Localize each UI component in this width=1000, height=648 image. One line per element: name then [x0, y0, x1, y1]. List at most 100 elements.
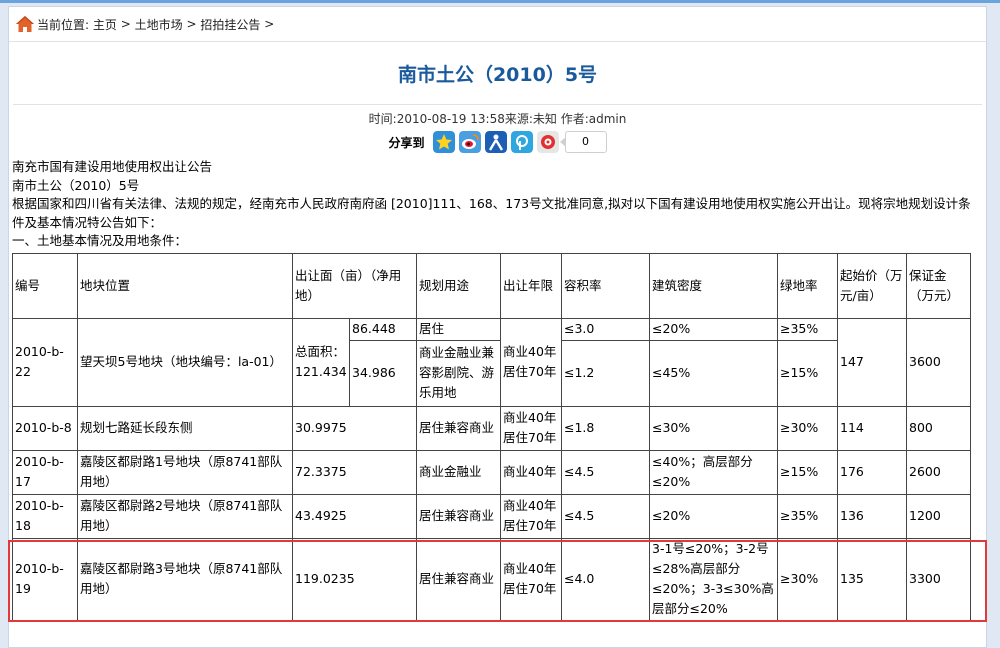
breadcrumb-notices[interactable]: 招拍挂公告	[200, 16, 260, 33]
table-row: 2010-b-8 规划七路延长段东侧 30.9975 居住兼容商业 商业40年居…	[12, 405, 971, 451]
cell-far: ≤1.8	[561, 405, 650, 451]
area-total-label: 总面积：	[295, 344, 346, 359]
section-heading: 一、土地基本情况及用地条件：	[12, 233, 188, 248]
header-far: 容积率	[561, 252, 650, 319]
cell-density: 3-1号≤20%；3-2号≤28%高层部分≤20%；3-3≤30%高层部分≤20…	[649, 537, 778, 621]
area-total-value: 121.434	[295, 364, 347, 379]
cell-green-a: ≥35%	[777, 317, 838, 341]
content-frame: 当前位置: 主页 > 土地市场 > 招拍挂公告 > 南市土公（2010）5号 时…	[8, 6, 987, 648]
cell-use-a: 居住	[416, 317, 501, 341]
top-accent-line	[0, 0, 1000, 3]
share-label: 分享到	[388, 135, 425, 150]
notice-intro: 根据国家和四川省有关法律、法规的规定，经南充市人民政府南府函 [2010]111…	[12, 196, 971, 230]
cell-years: 商业40年居住70年	[500, 493, 562, 539]
header-density: 建筑密度	[649, 252, 778, 319]
cell-id: 2010-b-8	[12, 405, 78, 451]
breadcrumb-land-market[interactable]: 土地市场	[135, 16, 183, 33]
article-body: 南充市国有建设用地使用权出让公告 南市土公（2010）5号 根据国家和四川省有关…	[9, 158, 986, 251]
article-meta: 时间:2010-08-19 13:58来源:未知 作者:admin	[368, 112, 627, 126]
header-green: 绿地率	[777, 252, 838, 319]
header-area: 出让面（亩）（净用地）	[292, 252, 417, 319]
cell-price: 135	[837, 537, 907, 621]
header-years: 出让年限	[500, 252, 562, 319]
breadcrumb-separator: >	[120, 17, 131, 31]
divider	[13, 104, 982, 105]
table-row: 2010-b-17 嘉陵区都尉路1号地块（原8741部队用地） 72.3375 …	[12, 449, 971, 495]
cell-deposit: 1200	[906, 493, 971, 539]
cell-area: 72.3375	[292, 449, 417, 495]
cell-area-a: 86.448	[349, 317, 417, 341]
cell-far-a: ≤3.0	[561, 317, 650, 341]
cell-price: 136	[837, 493, 907, 539]
notice-number: 南市土公（2010）5号	[12, 177, 140, 193]
breadcrumb-separator: >	[264, 17, 275, 31]
cell-deposit: 3300	[906, 537, 971, 621]
breadcrumb: 当前位置: 主页 > 土地市场 > 招拍挂公告 >	[9, 7, 986, 42]
cell-use-b: 商业金融业兼容影剧院、游乐用地	[416, 339, 501, 407]
cell-use: 居住兼容商业	[416, 405, 501, 451]
cell-location: 规划七路延长段东侧	[77, 405, 293, 451]
cell-area: 30.9975	[292, 405, 417, 451]
cell-price: 176	[837, 449, 907, 495]
share-count[interactable]: 0	[559, 131, 607, 153]
cell-use: 商业金融业	[416, 449, 501, 495]
share-bar: 分享到 0	[9, 128, 986, 156]
cell-use: 居住兼容商业	[416, 493, 501, 539]
home-icon[interactable]	[15, 15, 35, 33]
kaixin-icon[interactable]	[536, 131, 559, 153]
cell-density: ≤30%	[649, 405, 778, 451]
breadcrumb-prefix: 当前位置:	[37, 17, 90, 32]
header-use: 规划用途	[416, 252, 501, 319]
cell-id: 2010-b-17	[12, 449, 78, 495]
cell-id: 2010-b-18	[12, 493, 78, 539]
qzone-star-icon[interactable]	[432, 131, 455, 153]
cell-green: ≥15%	[777, 449, 838, 495]
cell-far-b: ≤1.2	[561, 339, 650, 407]
cell-years: 商业40年居住70年	[500, 317, 562, 407]
table-header-row: 编号 地块位置 出让面（亩）（净用地） 规划用途 出让年限 容积率 建筑密度 绿…	[12, 252, 971, 319]
header-price: 起始价（万元/亩）	[837, 252, 907, 319]
cell-deposit: 800	[906, 405, 971, 451]
renren-icon[interactable]	[484, 131, 507, 153]
cell-far: ≤4.5	[561, 449, 650, 495]
cell-deposit: 3600	[906, 317, 971, 407]
cell-deposit: 2600	[906, 449, 971, 495]
cell-location: 嘉陵区都尉路2号地块（原8741部队用地）	[77, 493, 293, 539]
cell-price: 147	[837, 317, 907, 407]
table-row: 2010-b-18 嘉陵区都尉路2号地块（原8741部队用地） 43.4925 …	[12, 493, 971, 539]
cell-years: 商业40年	[500, 449, 562, 495]
cell-id: 2010-b-19	[12, 537, 78, 621]
cell-green: ≥35%	[777, 493, 838, 539]
page-title: 南市土公（2010）5号	[397, 64, 598, 86]
cell-area-b: 34.986	[349, 339, 417, 407]
cell-density-b: ≤45%	[649, 339, 778, 407]
cell-green: ≥30%	[777, 405, 838, 451]
cell-years: 商业40年居住70年	[500, 405, 562, 451]
notice-heading: 南充市国有建设用地使用权出让公告	[12, 159, 213, 174]
pengyou-icon[interactable]	[510, 131, 533, 153]
breadcrumb-home[interactable]: 主页	[93, 16, 117, 33]
cell-use: 居住兼容商业	[416, 537, 501, 621]
weibo-icon[interactable]	[458, 131, 481, 153]
header-location: 地块位置	[77, 252, 293, 319]
land-table: 编号 地块位置 出让面（亩）（净用地） 规划用途 出让年限 容积率 建筑密度 绿…	[12, 252, 971, 621]
header-id: 编号	[12, 252, 78, 319]
cell-area-total: 总面积： 121.434	[292, 317, 350, 407]
cell-density-a: ≤20%	[649, 317, 778, 341]
cell-area: 43.4925	[292, 493, 417, 539]
table-row-highlighted: 2010-b-19 嘉陵区都尉路3号地块（原8741部队用地） 119.0235…	[12, 537, 971, 621]
cell-density: ≤40%；高层部分≤20%	[649, 449, 778, 495]
header-deposit: 保证金（万元）	[906, 252, 971, 319]
cell-price: 114	[837, 405, 907, 451]
breadcrumb-separator: >	[186, 17, 197, 31]
cell-location: 嘉陵区都尉路3号地块（原8741部队用地）	[77, 537, 293, 621]
cell-far: ≤4.0	[561, 537, 650, 621]
cell-green: ≥30%	[777, 537, 838, 621]
cell-far: ≤4.5	[561, 493, 650, 539]
cell-id: 2010-b-22	[12, 317, 78, 407]
cell-location: 嘉陵区都尉路1号地块（原8741部队用地）	[77, 449, 293, 495]
cell-green-b: ≥15%	[777, 339, 838, 407]
cell-years: 商业40年居住70年	[500, 537, 562, 621]
cell-density: ≤20%	[649, 493, 778, 539]
table-row: 2010-b-22 望天坝5号地块（地块编号：la-01） 总面积： 121.43…	[12, 317, 971, 407]
